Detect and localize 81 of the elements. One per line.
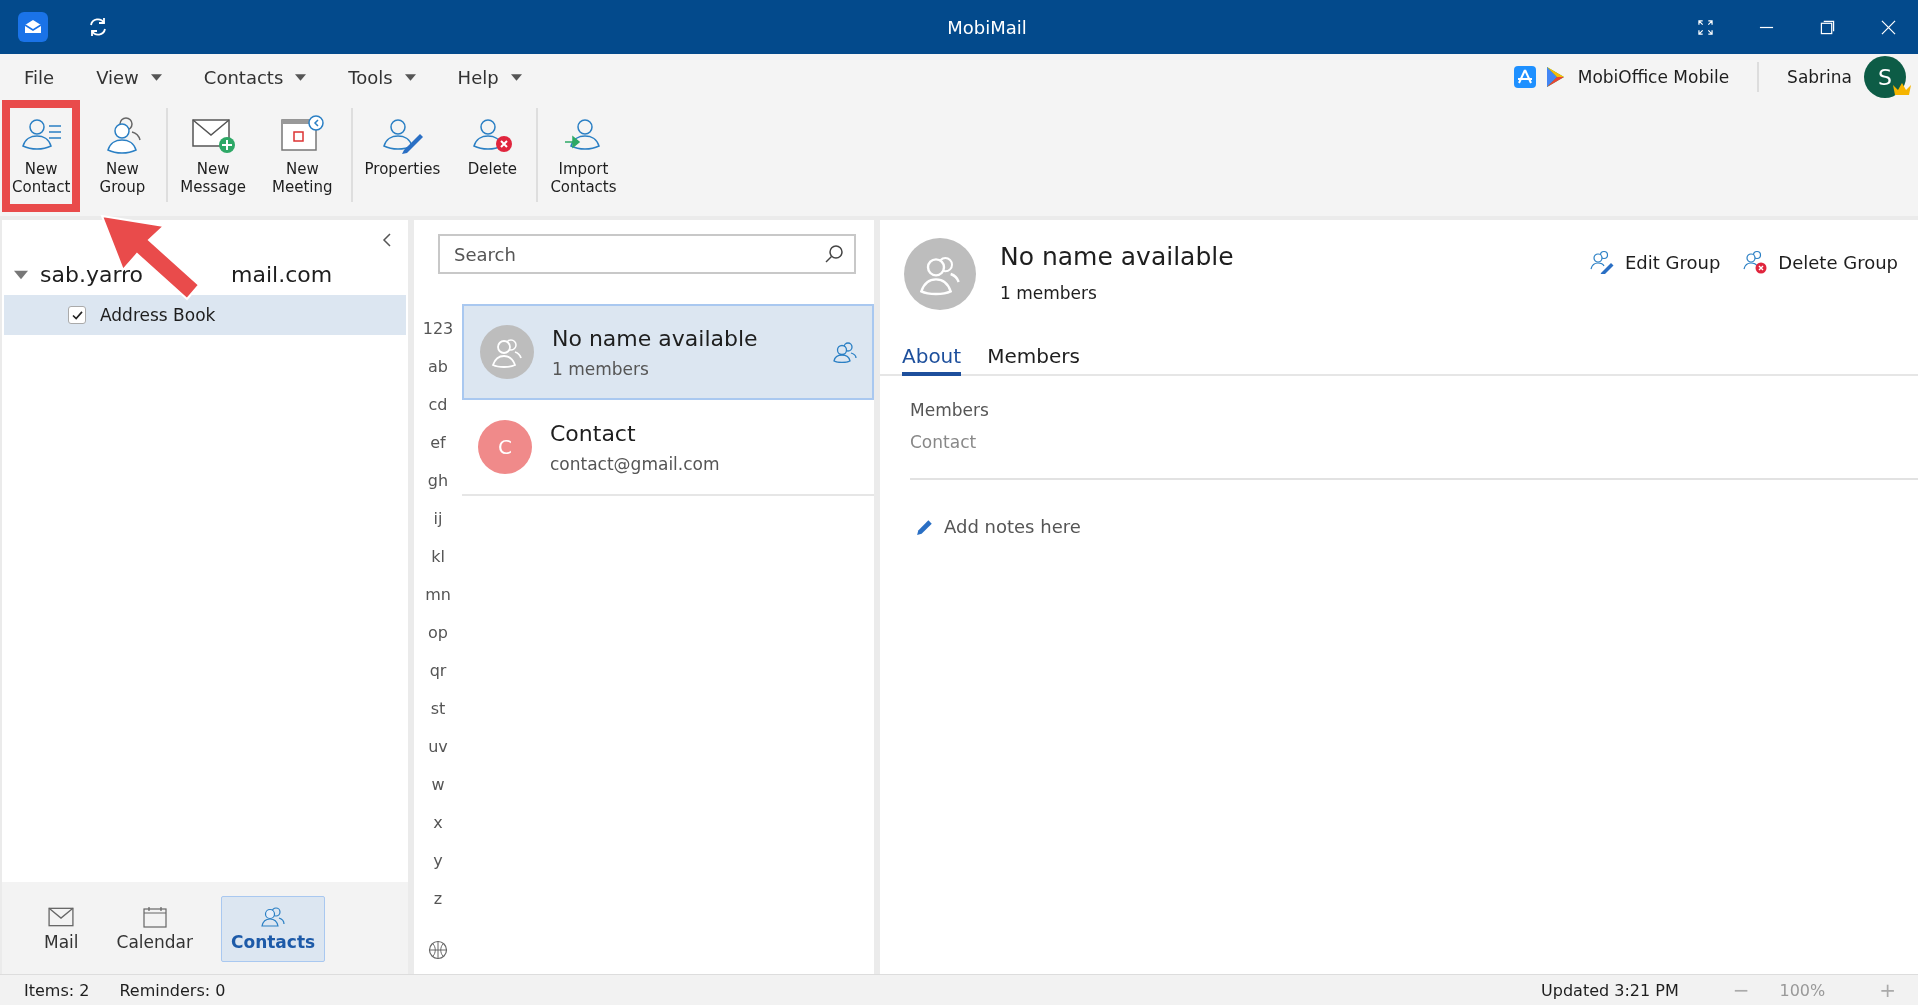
section-label: Members xyxy=(910,400,990,420)
fullscreen-icon[interactable] xyxy=(1698,19,1713,35)
index-letter[interactable]: uv xyxy=(428,728,448,766)
contact-name: No name available xyxy=(552,325,759,351)
people-remove-icon xyxy=(1742,250,1769,274)
index-letter[interactable]: ab xyxy=(428,348,448,386)
menu-item[interactable]: Help xyxy=(457,66,522,88)
restore-icon[interactable] xyxy=(1820,19,1835,35)
zoom-level: 100% xyxy=(1779,980,1826,1000)
tab[interactable]: Members xyxy=(987,344,1080,376)
toolbar-button[interactable]: Delete xyxy=(456,100,529,212)
index-letter[interactable]: w xyxy=(431,766,445,804)
envelope-icon xyxy=(48,906,75,928)
window-title: MobiMail xyxy=(946,16,1028,38)
nav-button[interactable]: Calendar xyxy=(106,896,203,962)
user-avatar[interactable]: S xyxy=(1864,56,1906,98)
action-button[interactable]: Edit Group xyxy=(1588,238,1721,274)
index-letter[interactable]: kl xyxy=(431,538,445,576)
people-icon xyxy=(832,341,858,363)
menu-item[interactable]: Contacts xyxy=(203,66,307,88)
app-logo-icon[interactable] xyxy=(18,12,48,42)
index-letter[interactable]: z xyxy=(433,880,443,918)
index-letter[interactable]: gh xyxy=(427,462,449,500)
promo-link[interactable]: MobiOffice Mobile xyxy=(1577,67,1730,87)
search-icon[interactable] xyxy=(824,244,844,264)
contact-detail: contact@gmail.com xyxy=(550,453,721,474)
contact-item[interactable]: No name available 1 members xyxy=(462,304,874,400)
member-name: Contact xyxy=(910,432,978,452)
index-letter[interactable]: cd xyxy=(428,386,448,424)
index-letter[interactable]: mn xyxy=(425,576,451,614)
close-icon[interactable] xyxy=(1881,19,1896,35)
action-button[interactable]: Delete Group xyxy=(1742,238,1898,274)
collapse-icon[interactable] xyxy=(382,232,392,248)
account-name: mail.com xyxy=(231,262,333,287)
account-name: sab.yarro xyxy=(40,262,144,287)
checkbox[interactable] xyxy=(68,306,86,324)
toolbar-button[interactable]: New Group xyxy=(86,100,159,212)
globe-icon[interactable] xyxy=(428,940,448,960)
calendar-clock-icon xyxy=(278,114,327,154)
member-count: 1 members xyxy=(1000,283,1098,303)
menu-item[interactable]: File xyxy=(24,66,55,88)
checkmark-icon xyxy=(71,310,83,320)
index-letter[interactable]: op xyxy=(428,614,448,652)
tab[interactable]: About xyxy=(902,344,962,376)
index-letter[interactable]: 123 xyxy=(422,310,454,348)
add-notes-button[interactable]: Add notes here xyxy=(916,516,1081,537)
group-avatar xyxy=(904,238,976,310)
contact-name: Contact xyxy=(550,420,637,446)
menu-item[interactable]: View xyxy=(96,66,162,88)
contact-detail: 1 members xyxy=(552,358,650,379)
calendar-icon xyxy=(141,906,168,928)
people-icon xyxy=(260,906,287,928)
toolbar-button[interactable]: New Contact xyxy=(2,100,81,212)
index-letter[interactable]: qr xyxy=(429,652,447,690)
group-avatar xyxy=(480,325,534,379)
index-letter[interactable]: y xyxy=(433,842,443,880)
item-count: Items: 2 xyxy=(24,980,90,1000)
group-name: No name available xyxy=(1000,242,1234,271)
update-time: Updated 3:21 PM xyxy=(1541,980,1679,1000)
menu-item[interactable]: Tools xyxy=(348,66,416,88)
folder-name: Address Book xyxy=(100,305,216,325)
folder-item[interactable]: Address Book xyxy=(4,295,406,335)
toolbar-button[interactable]: New Message xyxy=(170,100,257,212)
reminder-count: Reminders: 0 xyxy=(119,980,226,1000)
user-name: Sabrina xyxy=(1787,67,1852,87)
index-letter[interactable]: ij xyxy=(433,500,443,538)
nav-button[interactable]: Contacts xyxy=(221,896,326,962)
people-pencil-icon xyxy=(1588,250,1615,274)
index-letter[interactable]: ef xyxy=(430,424,446,462)
nav-button[interactable]: Mail xyxy=(34,896,89,962)
toolbar-button[interactable]: Properties xyxy=(354,100,451,212)
contact-item[interactable]: C Contact contact@gmail.com xyxy=(462,400,874,496)
toolbar-button[interactable]: Import Contacts xyxy=(540,100,627,212)
index-letter[interactable]: x xyxy=(433,804,443,842)
app-store-icon[interactable] xyxy=(1513,66,1536,88)
index-letter[interactable]: st xyxy=(430,690,446,728)
account-item[interactable]: sab.yarro mail.com xyxy=(2,254,408,295)
contact-avatar: C xyxy=(478,420,532,474)
toolbar-button[interactable]: New Meeting xyxy=(262,100,343,212)
pencil-icon xyxy=(916,517,934,536)
search-field[interactable]: Search xyxy=(438,234,856,274)
